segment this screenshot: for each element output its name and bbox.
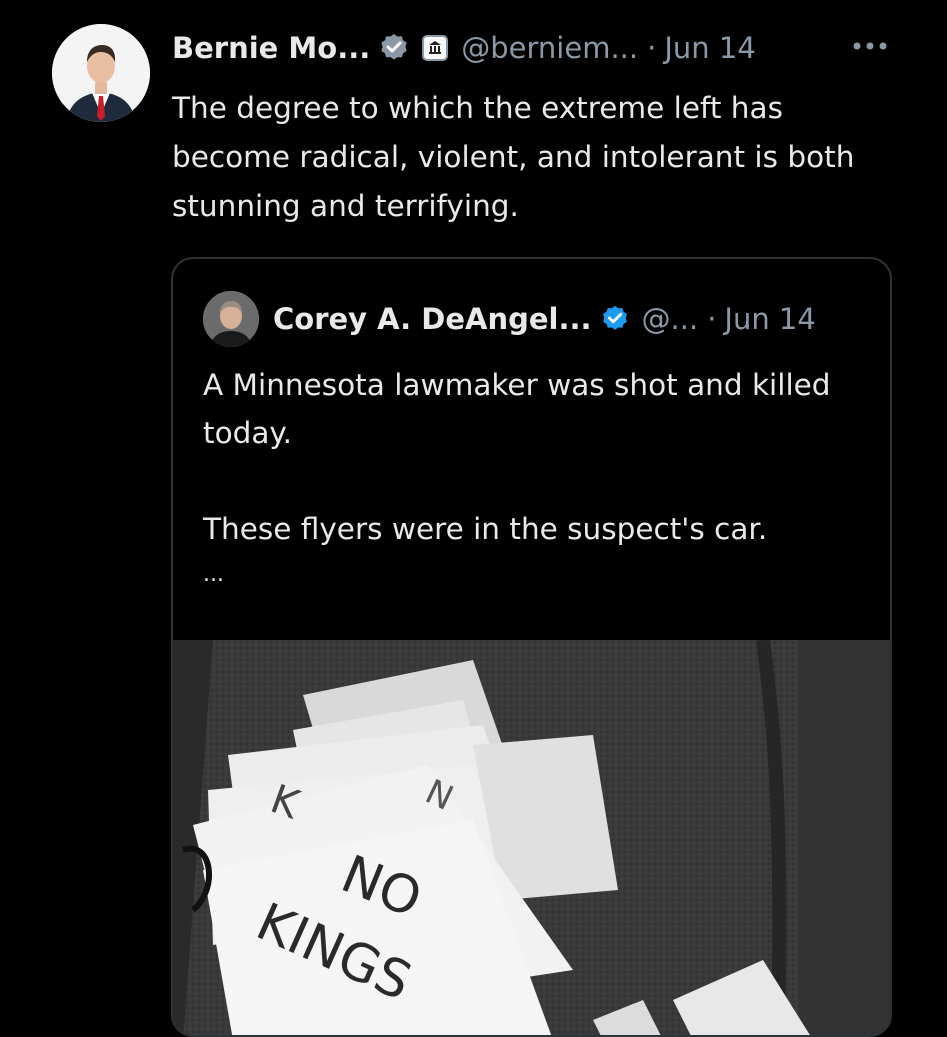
quoted-author-avatar-image: [203, 291, 259, 347]
quoted-post[interactable]: Corey A. DeAngel... @... · Jun 14 A Minn…: [171, 257, 892, 1037]
quoted-post-text: A Minnesota lawmaker was shot and killed…: [203, 361, 863, 597]
post-header: Bernie Mo... @berniem... · Jun 14: [172, 24, 756, 72]
quoted-text-paragraph: A Minnesota lawmaker was shot and killed…: [203, 368, 831, 450]
author-avatar-image: [52, 24, 150, 122]
quoted-author-handle[interactable]: @...: [642, 302, 699, 336]
author-avatar[interactable]: [52, 24, 150, 122]
more-options-icon[interactable]: [850, 34, 890, 58]
truncation-ellipsis: ...: [203, 562, 224, 587]
post[interactable]: Bernie Mo... @berniem... · Jun 14 The de…: [0, 0, 947, 1037]
author-name[interactable]: Bernie Mo...: [172, 31, 370, 65]
flyers-photo: K N NO KINGS: [173, 640, 890, 1035]
government-building-icon[interactable]: [422, 35, 449, 61]
post-date[interactable]: Jun 14: [664, 31, 755, 65]
post-text: The degree to which the extreme left has…: [172, 91, 855, 223]
separator-dot: ·: [707, 302, 717, 336]
author-handle[interactable]: @berniem...: [461, 31, 638, 65]
quoted-text-paragraph: These flyers were in the suspect's car.: [203, 512, 768, 546]
verified-badge-icon: [600, 304, 630, 334]
quoted-post-photo[interactable]: K N NO KINGS: [173, 640, 890, 1035]
verified-badge-icon: [378, 32, 410, 64]
quoted-post-header: Corey A. DeAngel... @... · Jun 14: [273, 297, 816, 341]
quoted-post-date[interactable]: Jun 14: [724, 302, 815, 336]
quoted-author-avatar[interactable]: [203, 291, 259, 347]
quoted-author-name[interactable]: Corey A. DeAngel...: [273, 302, 592, 336]
separator-dot: ·: [647, 31, 657, 65]
